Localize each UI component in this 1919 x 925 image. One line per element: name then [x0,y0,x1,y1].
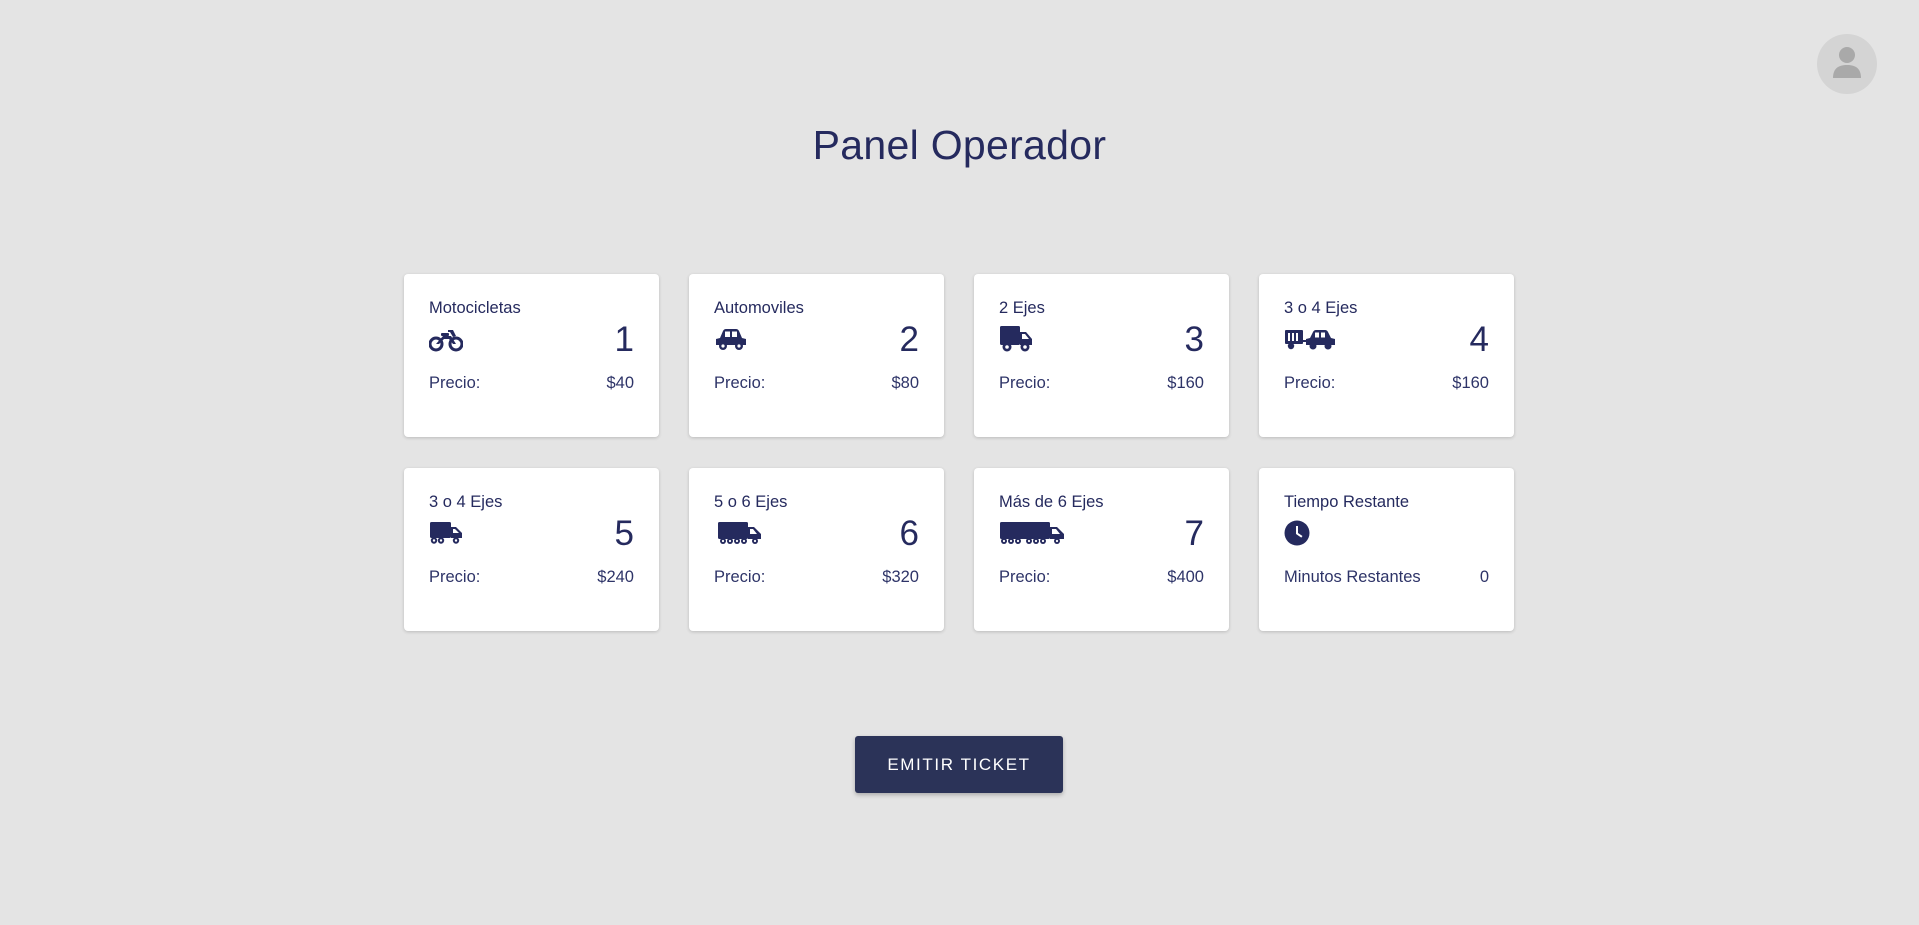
vehicle-category-grid: Motocicletas 1 Precio: $40 Automoviles 2… [404,274,1514,631]
price-value: $320 [882,568,919,586]
card-number: 5 [614,514,634,553]
price-label: Precio: [999,568,1051,586]
remaining-minutes-value: 0 [1479,568,1489,586]
card-number: 1 [614,320,634,359]
long-truck-icon [999,518,1065,548]
car-icon [714,324,748,354]
card-title: 3 o 4 Ejes [429,493,503,511]
card-number: 6 [899,514,919,553]
card-title: 3 o 4 Ejes [1284,299,1358,317]
card-title: 2 Ejes [999,299,1045,317]
price-value: $40 [606,374,634,392]
clock-icon [1284,518,1310,548]
price-value: $240 [597,568,634,586]
price-label: Precio: [429,568,481,586]
price-row: Precio: $80 [714,374,919,393]
price-row: Precio: $400 [999,568,1204,587]
card-title: Automoviles [714,299,804,317]
price-row: Precio: $240 [429,568,634,587]
car-with-trailer-icon [1284,324,1336,354]
page-title: Panel Operador [812,122,1107,168]
card-2-ejes[interactable]: 2 Ejes 3 Precio: $160 [974,274,1229,437]
card-automoviles[interactable]: Automoviles 2 Precio: $80 [689,274,944,437]
card-title: Tiempo Restante [1284,493,1410,511]
card-title: 5 o 6 Ejes [714,493,788,511]
card-number: 3 [1184,320,1204,359]
card-number: 7 [1184,514,1204,553]
emit-ticket-button[interactable]: EMITIR TICKET [855,736,1063,793]
card-3-o-4-ejes-trailer[interactable]: 3 o 4 Ejes 4 Precio: $160 [1259,274,1514,437]
card-title: Motocicletas [429,299,521,317]
price-label: Precio: [1284,374,1336,392]
price-value: $400 [1167,568,1204,586]
truck-6-wheels-icon [714,518,762,548]
card-motocicletas[interactable]: Motocicletas 1 Precio: $40 [404,274,659,437]
remaining-minutes-row: Minutos Restantes 0 [1284,568,1489,587]
card-title: Más de 6 Ejes [999,493,1104,511]
card-mas-de-6-ejes[interactable]: Más de 6 Ejes 7 Precio: $400 [974,468,1229,631]
price-label: Precio: [714,374,766,392]
price-value: $80 [891,374,919,392]
price-value: $160 [1452,374,1489,392]
user-icon [1832,46,1862,83]
truck-icon [429,518,463,548]
truck-icon [999,324,1033,354]
price-row: Precio: $320 [714,568,919,587]
user-avatar[interactable] [1817,34,1877,94]
price-label: Precio: [714,568,766,586]
card-3-o-4-ejes-truck[interactable]: 3 o 4 Ejes 5 Precio: $240 [404,468,659,631]
card-tiempo-restante: Tiempo Restante Minutos Restantes 0 [1259,468,1514,631]
price-row: Precio: $160 [1284,374,1489,393]
card-number: 2 [899,320,919,359]
price-value: $160 [1167,374,1204,392]
price-row: Precio: $40 [429,374,634,393]
remaining-minutes-label: Minutos Restantes [1284,568,1421,586]
price-row: Precio: $160 [999,374,1204,393]
card-number: 4 [1469,320,1489,359]
motorcycle-icon [429,324,463,354]
price-label: Precio: [429,374,481,392]
card-5-o-6-ejes[interactable]: 5 o 6 Ejes 6 Precio: $320 [689,468,944,631]
price-label: Precio: [999,374,1051,392]
